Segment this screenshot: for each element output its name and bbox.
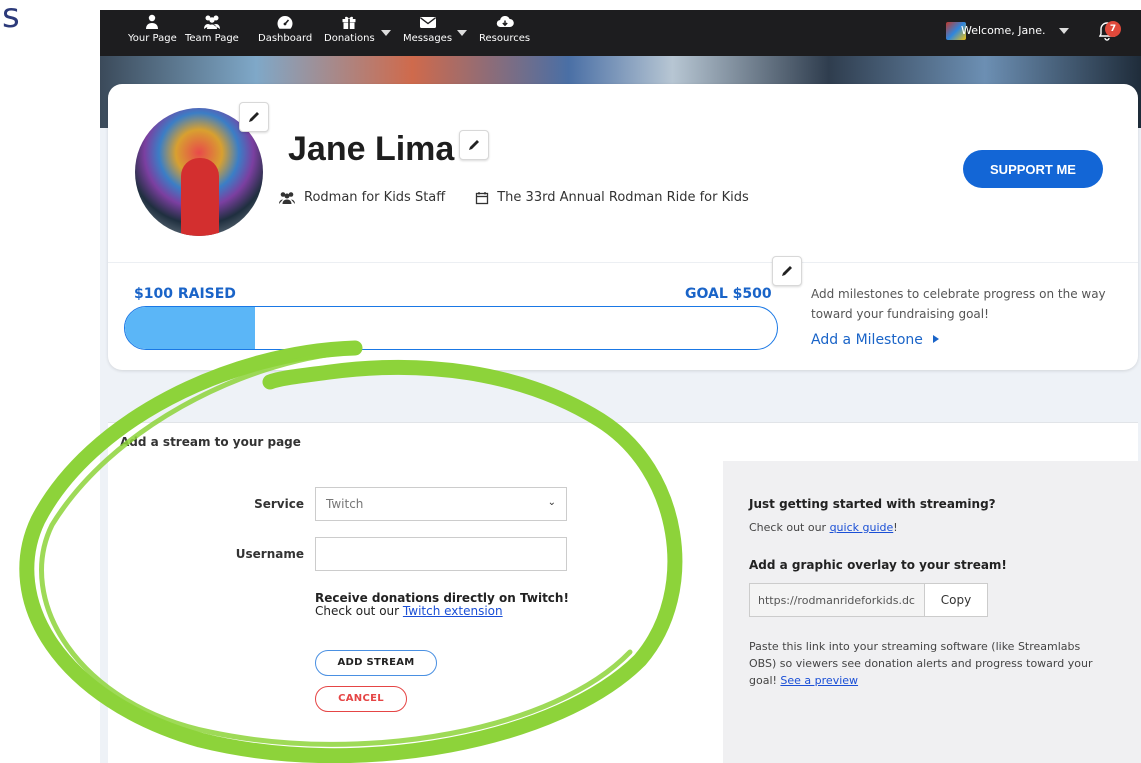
quick-guide-prefix: Check out our <box>749 521 827 534</box>
username-label: Username <box>235 547 304 561</box>
getting-started-heading: Just getting started with streaming? <box>749 497 996 511</box>
see-preview-link[interactable]: See a preview <box>780 674 858 687</box>
calendar-icon <box>476 191 489 204</box>
milestone-description: Add milestones to celebrate progress on … <box>811 287 1106 321</box>
dashboard-icon <box>277 16 293 29</box>
edit-goal-button[interactable] <box>772 256 802 286</box>
corner-letter: s <box>2 0 20 36</box>
overlay-heading: Add a graphic overlay to your stream! <box>749 558 1007 572</box>
avatar-person-shape <box>181 158 219 236</box>
event-link[interactable]: The 33rd Annual Rodman Ride for Kids <box>497 190 749 205</box>
team-link[interactable]: Rodman for Kids Staff <box>304 190 445 205</box>
profile-card: Jane Lima Rodman for Kids Staff The 33rd… <box>108 84 1138 370</box>
copy-button[interactable]: Copy <box>924 583 988 617</box>
overlay-url-field[interactable]: https://rodmanrideforkids.dc <box>749 583 925 617</box>
add-stream-button[interactable]: ADD STREAM <box>315 650 437 676</box>
pencil-icon <box>782 266 792 276</box>
pencil-icon <box>249 112 259 122</box>
chevron-down-icon: ⌄ <box>547 497 556 508</box>
progress-bar-fill <box>125 307 256 349</box>
nav-donations[interactable]: Donations <box>324 14 375 44</box>
nav-your-page-label: Your Page <box>128 33 177 44</box>
twitch-note-prefix: Check out our <box>315 604 400 618</box>
service-label: Service <box>254 497 304 511</box>
nav-your-page[interactable]: Your Page <box>128 14 177 44</box>
nav-resources-label: Resources <box>479 33 531 44</box>
person-icon <box>146 14 159 29</box>
app-window: Your Page Team Page Dashboard Donations … <box>100 10 1141 763</box>
twitch-note-heading: Receive donations directly on Twitch! <box>315 591 569 605</box>
edit-avatar-button[interactable] <box>239 102 269 132</box>
top-navigation: Your Page Team Page Dashboard Donations … <box>100 10 1141 56</box>
stream-section-title: Add a stream to your page <box>120 435 301 449</box>
envelope-icon <box>419 17 436 28</box>
edit-name-button[interactable] <box>459 130 489 160</box>
support-me-button[interactable]: SUPPORT ME <box>963 150 1103 188</box>
gift-icon <box>342 16 356 29</box>
overlay-instructions: Paste this link into your streaming soft… <box>749 638 1111 689</box>
add-stream-form: Service Twitch ⌄ Username Receive donati… <box>108 461 723 763</box>
profile-name: Jane Lima <box>288 130 455 168</box>
goal-amount: GOAL $500 <box>685 286 772 302</box>
welcome-text: Welcome, Jane. <box>960 24 1046 37</box>
donations-dropdown-caret-icon[interactable] <box>381 30 391 36</box>
quick-guide-link[interactable]: quick guide <box>830 521 894 534</box>
nav-messages-label: Messages <box>403 33 453 44</box>
service-select-value: Twitch <box>326 497 364 511</box>
nav-resources[interactable]: Resources <box>479 14 530 44</box>
team-icon <box>203 15 220 29</box>
streaming-help-panel: Just getting started with streaming? Che… <box>723 461 1141 763</box>
welcome-menu[interactable]: Welcome, Jane. <box>961 24 1069 37</box>
profile-meta: Rodman for Kids Staff The 33rd Annual Ro… <box>278 190 749 205</box>
quick-guide-text: Check out our quick guide! <box>749 521 898 534</box>
username-input[interactable] <box>315 537 567 571</box>
add-milestone-link[interactable]: Add a Milestone <box>811 332 941 348</box>
add-milestone-label: Add a Milestone <box>811 332 923 348</box>
cancel-button[interactable]: CANCEL <box>315 686 407 712</box>
chevron-down-icon <box>1059 28 1069 34</box>
cloud-download-icon <box>496 15 514 28</box>
stream-section-header: Add a stream to your page <box>108 422 1138 462</box>
nav-dashboard[interactable]: Dashboard <box>258 14 312 44</box>
quick-guide-suffix: ! <box>893 521 898 534</box>
pencil-icon <box>469 140 479 150</box>
messages-dropdown-caret-icon[interactable] <box>457 30 467 36</box>
twitch-extension-link[interactable]: Twitch extension <box>403 604 503 618</box>
nav-dashboard-label: Dashboard <box>258 33 313 44</box>
team-icon <box>279 191 295 204</box>
card-divider <box>108 262 1138 263</box>
nav-messages[interactable]: Messages <box>403 14 452 44</box>
fundraising-progress-bar <box>124 306 778 350</box>
notification-badge: 7 <box>1105 21 1121 37</box>
nav-team-page[interactable]: Team Page <box>185 14 239 44</box>
twitch-note: Receive donations directly on Twitch! Ch… <box>315 592 569 618</box>
nav-donations-label: Donations <box>324 33 375 44</box>
service-select[interactable]: Twitch ⌄ <box>315 487 567 521</box>
nav-team-page-label: Team Page <box>185 33 239 44</box>
caret-right-icon <box>933 335 940 343</box>
raised-amount: $100 RAISED <box>134 286 236 302</box>
